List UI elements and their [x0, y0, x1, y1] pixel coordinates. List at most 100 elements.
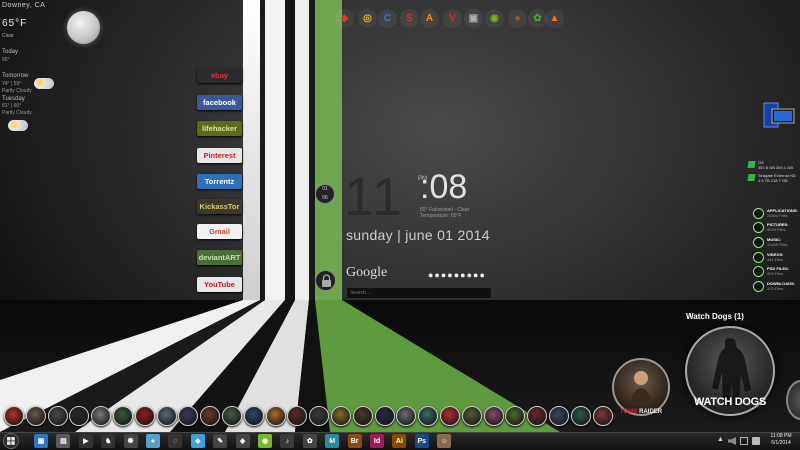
game-launcher-icon[interactable]	[47, 406, 68, 426]
link-label: Gmail	[209, 227, 230, 236]
game-launcher-icon[interactable]	[505, 406, 526, 426]
v-icon[interactable]: V	[443, 9, 462, 28]
game-launcher-icon[interactable]	[200, 406, 221, 426]
game-app[interactable]: ◈	[235, 434, 250, 448]
chess-app[interactable]: ♞	[101, 434, 116, 448]
game-launcher-icon[interactable]	[69, 406, 90, 426]
itunes-app[interactable]: ♪	[280, 434, 295, 448]
game-launcher-icon[interactable]	[25, 406, 46, 426]
game-launcher-icon[interactable]	[134, 406, 155, 426]
flag-icon[interactable]	[752, 437, 760, 445]
bridge-app[interactable]: Br	[347, 434, 362, 448]
drive-info: 1.5 TB 218.7 GB	[758, 178, 788, 183]
game-launcher-icon[interactable]	[4, 406, 24, 426]
pinterest-link[interactable]: Pinterest	[197, 148, 242, 163]
illustrator-app[interactable]: Ai	[392, 434, 407, 448]
game-launcher-icon[interactable]	[113, 406, 133, 426]
clock-date: sunday | june 01 2014	[346, 227, 490, 243]
spotify-app[interactable]: ◉	[258, 434, 272, 448]
game-launcher-icon[interactable]	[461, 406, 482, 426]
steam-app[interactable]: ◌	[168, 434, 183, 448]
computer-icon[interactable]	[760, 101, 796, 131]
game-launcher-icon[interactable]	[396, 406, 417, 426]
game-launcher-icon[interactable]	[91, 406, 112, 426]
media-icon[interactable]: ▣	[464, 9, 483, 28]
game-launcher-icon[interactable]	[352, 406, 373, 426]
youtube-link[interactable]: YouTube	[197, 277, 242, 292]
game-launcher-icon[interactable]	[287, 406, 308, 426]
game-launcher-icon[interactable]	[527, 406, 548, 426]
folder-ring-icon	[753, 252, 764, 263]
ebay-link[interactable]: ebay	[197, 68, 242, 83]
link-label: deviantART	[198, 253, 241, 262]
folder-app[interactable]: ▤	[56, 434, 71, 448]
game-launcher-icon[interactable]	[222, 406, 242, 426]
show-hidden-icons-button[interactable]: ▲	[717, 436, 724, 443]
game-launcher-icon[interactable]	[570, 406, 591, 426]
kickasstorrents-link[interactable]: KickassTor	[197, 199, 242, 214]
game-launcher-icon[interactable]	[549, 406, 569, 426]
weather-tuesday-temps: 81° | 60°	[2, 103, 22, 109]
s-icon[interactable]: S	[400, 9, 419, 28]
game-launcher-icon[interactable]	[592, 406, 613, 426]
system-date: 6/1/2014	[771, 440, 791, 446]
game-launcher-icon[interactable]	[156, 406, 177, 426]
clock-weather-line-2: Temperature: 65°F	[420, 213, 462, 219]
weather-today-label: Today	[2, 49, 19, 55]
game-launcher-icon[interactable]	[418, 406, 439, 426]
watch-dogs-logo: WATCH DOGS	[694, 396, 766, 408]
football-icon[interactable]: ●	[508, 9, 527, 28]
game-launcher-icon[interactable]	[483, 406, 504, 426]
user-app[interactable]: ☺	[437, 434, 452, 448]
folder-ring-icon	[753, 266, 764, 277]
photoshop-app[interactable]: Ps	[414, 434, 429, 448]
drive-info: 357.8 GB 300.1 GB	[758, 165, 793, 170]
game-launcher-icon[interactable]	[331, 406, 351, 426]
network-icon[interactable]	[740, 437, 748, 445]
link-label: YouTube	[204, 280, 235, 289]
lifehacker-link[interactable]: lifehacker	[197, 121, 242, 136]
system-time: 11:08 PM	[770, 433, 792, 439]
game-launcher-icon[interactable]	[243, 406, 264, 426]
vlc-icon[interactable]: ▲	[545, 9, 564, 28]
avast-icon[interactable]: A	[420, 9, 439, 28]
deviantart-link[interactable]: deviantART	[197, 250, 242, 265]
game-launcher-icon[interactable]	[265, 406, 286, 426]
drive-external[interactable]: Seagate External HD 1.5 TB 218.7 GB	[747, 173, 796, 183]
picasa-app[interactable]: ✿	[302, 434, 317, 448]
tomb-raider-launcher[interactable]	[612, 358, 670, 416]
desktop: Downey, CA 65°F Clear Today 65° Tomorrow…	[0, 0, 800, 432]
game-launcher-icon[interactable]	[309, 406, 330, 426]
indesign-app[interactable]: Id	[370, 434, 384, 448]
game-launcher-icon[interactable]	[440, 406, 460, 426]
daemon-app[interactable]: ◆	[190, 434, 205, 448]
weather-tomorrow-temps: 74° | 59°	[2, 81, 22, 87]
chrome-icon[interactable]: ◎	[358, 9, 377, 28]
folder-count: 441 Files	[767, 257, 784, 262]
facebook-link[interactable]: facebook	[197, 95, 242, 110]
password-field[interactable]: ●●●●●●●●●	[428, 270, 486, 280]
drive-os[interactable]: OS 357.8 GB 300.1 GB	[747, 160, 793, 170]
game-launcher-icon[interactable]	[178, 406, 199, 426]
system-clock[interactable]: 11:08 PM 6/1/2014	[766, 433, 796, 447]
gmail-link[interactable]: Gmail	[197, 224, 242, 239]
network-app[interactable]: ✺	[123, 434, 138, 448]
windows-icon	[747, 161, 756, 168]
lock-icon[interactable]	[315, 270, 336, 291]
torrentz-link[interactable]: Torrentz	[197, 174, 242, 189]
clock-weather-text: 65° Fahrenheit - Clear Temperature: 65°F	[420, 207, 500, 219]
ccleaner-icon[interactable]: C	[378, 9, 397, 28]
shield-icon[interactable]: ◆	[335, 9, 354, 28]
maya-app[interactable]: M	[325, 434, 340, 448]
link-label: Torrentz	[204, 177, 235, 186]
google-search-input[interactable]: Search...	[346, 287, 492, 299]
nvidia-icon[interactable]: ◉	[485, 9, 504, 28]
media-center-app[interactable]: ▣	[34, 434, 48, 448]
ball-app[interactable]: ●	[146, 434, 160, 448]
partly-cloudy-icon	[34, 78, 54, 89]
folder-count: 11466 Files	[767, 242, 788, 247]
media-player-app[interactable]: ▶	[78, 434, 93, 448]
start-button[interactable]	[2, 433, 20, 449]
paint-app[interactable]: ✎	[213, 434, 228, 448]
game-launcher-icon[interactable]	[374, 406, 395, 426]
